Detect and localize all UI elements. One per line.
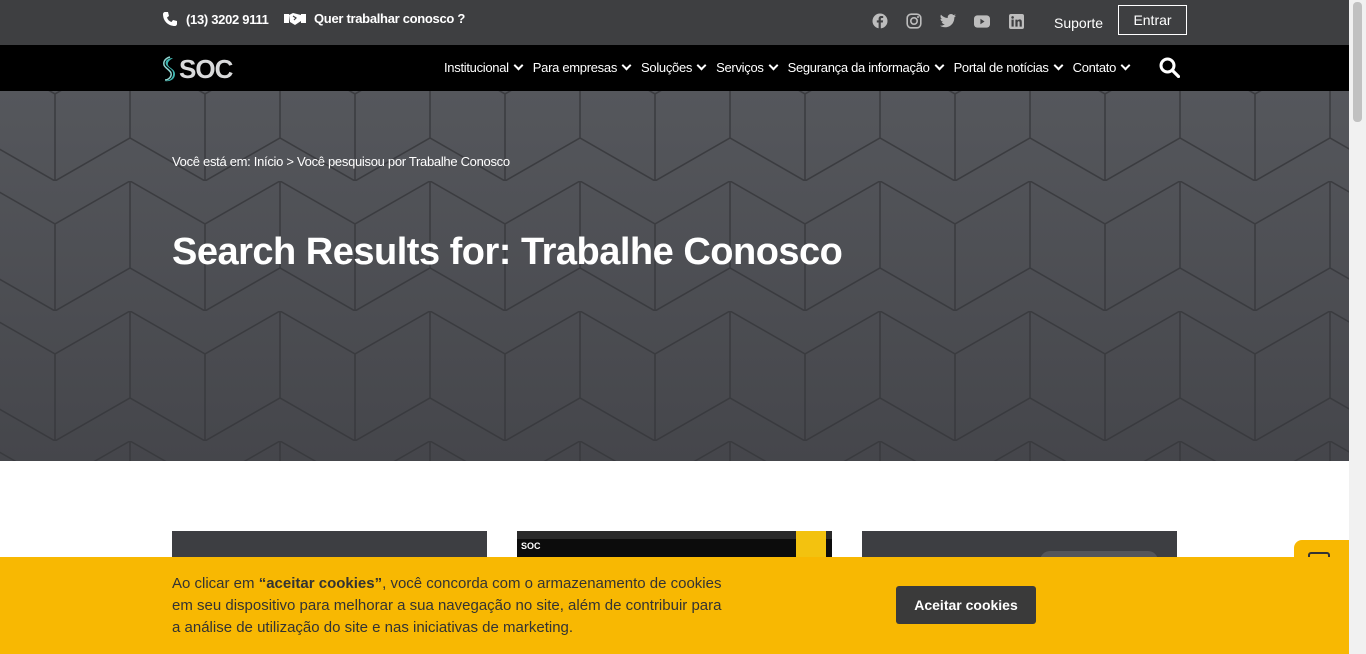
menu-label: Segurança da informação	[787, 60, 930, 75]
chevron-down-icon	[768, 60, 779, 71]
chevron-down-icon	[1053, 60, 1064, 71]
menu-label: Portal de notícias	[953, 60, 1049, 75]
menu-item-portal-noticias[interactable]: Portal de notícias	[953, 60, 1064, 75]
scrollbar-thumb[interactable]	[1353, 2, 1362, 122]
menu-label: Contato	[1072, 60, 1117, 75]
handshake-icon	[284, 12, 306, 25]
preview-topbar	[517, 531, 832, 539]
phone-number: (13) 3202 9111	[186, 11, 269, 27]
chevron-down-icon	[513, 60, 524, 71]
cookie-text-before: Ao clicar em	[172, 575, 259, 592]
menu-label: Serviços	[716, 60, 764, 75]
top-utility-bar: (13) 3202 9111 Quer trabalhar conosco ? …	[0, 0, 1349, 45]
cookie-text-bold: “aceitar cookies”	[258, 575, 383, 592]
soc-logo-text: SOC	[179, 54, 233, 84]
search-button[interactable]	[1159, 57, 1181, 83]
phone-link[interactable]: (13) 3202 9111	[162, 11, 269, 27]
menu-label: Soluções	[641, 60, 693, 75]
support-link[interactable]: Suporte	[1054, 15, 1103, 31]
chevron-down-icon	[696, 60, 707, 71]
breadcrumb: Você está em: Início > Você pesquisou po…	[172, 154, 510, 169]
work-with-us-link[interactable]: Quer trabalhar conosco ?	[284, 11, 465, 26]
cookie-message: Ao clicar em “aceitar cookies”, você con…	[172, 573, 732, 639]
preview-logo: SOC	[521, 541, 541, 551]
instagram-icon[interactable]	[906, 13, 922, 29]
menu-item-solucoes[interactable]: Soluções	[641, 60, 707, 75]
facebook-icon[interactable]	[872, 13, 888, 29]
menu-label: Para empresas	[532, 60, 618, 75]
main-menu: Institucional Para empresas Soluções Ser…	[444, 60, 1131, 75]
menu-item-servicos[interactable]: Serviços	[716, 60, 779, 75]
search-icon	[1159, 57, 1181, 79]
search-hero: Você está em: Início > Você pesquisou po…	[0, 91, 1349, 461]
linkedin-icon[interactable]	[1008, 13, 1024, 29]
menu-item-contato[interactable]: Contato	[1072, 60, 1131, 75]
chevron-down-icon	[1120, 60, 1131, 71]
menu-label: Institucional	[444, 60, 509, 75]
social-links	[872, 13, 1024, 29]
login-button[interactable]: Entrar	[1118, 5, 1187, 35]
page-title: Search Results for: Trabalhe Conosco	[172, 231, 843, 273]
cookie-banner: Ao clicar em “aceitar cookies”, você con…	[0, 557, 1349, 654]
main-navigation: SOC Institucional Para empresas Soluções…	[0, 45, 1349, 91]
accept-cookies-button[interactable]: Aceitar cookies	[896, 586, 1036, 624]
youtube-icon[interactable]	[974, 13, 990, 29]
phone-icon	[163, 12, 177, 26]
chevron-down-icon	[934, 60, 945, 71]
chevron-down-icon	[621, 60, 632, 71]
soc-logo[interactable]: SOC	[161, 54, 233, 85]
work-with-us-label: Quer trabalhar conosco ?	[314, 11, 466, 26]
preview-navbar: SOC	[517, 539, 832, 553]
menu-item-institucional[interactable]: Institucional	[444, 60, 524, 75]
page-scrollbar[interactable]	[1349, 0, 1366, 654]
menu-item-para-empresas[interactable]: Para empresas	[532, 60, 632, 75]
twitter-icon[interactable]	[940, 13, 956, 29]
soc-logo-mark-icon	[163, 55, 175, 81]
hexagon-pattern-background	[0, 91, 1349, 461]
menu-item-seguranca[interactable]: Segurança da informação	[787, 60, 945, 75]
